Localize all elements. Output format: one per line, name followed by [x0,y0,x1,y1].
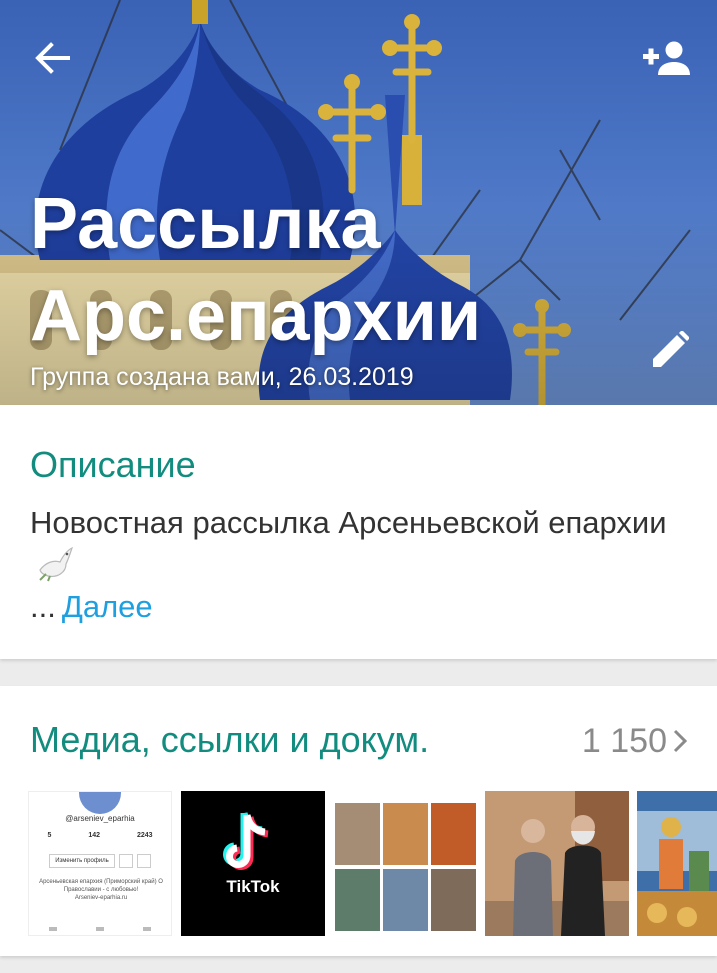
group-title-line2: Арс.епархии [30,276,482,356]
media-card: Медиа, ссылки и докум. 1 150 @arseniev_e… [0,686,717,956]
profile-avatar [79,792,121,814]
collage-photo-2 [383,803,428,865]
profile-footer [29,927,171,931]
description-ellipsis: ... [30,589,56,624]
pencil-icon [653,331,689,367]
group-created-info: Группа создана вами, 26.03.2019 [30,363,414,391]
profile-bio: Арсеньевская епархия (Приморский край) О… [33,878,169,902]
description-title: Описание [30,444,196,485]
tiktok-label: TikTok [226,877,280,896]
chevron-right-icon [673,729,687,753]
bookmark-icon [137,854,151,868]
description-card: Описание Новостная рассылка Арсеньевской… [0,405,717,659]
media-count-link[interactable]: 1 150 [582,720,687,762]
description-more-line: ... Далее [30,586,153,628]
media-count: 1 150 [581,722,667,760]
group-title-line1: Рассылка [30,184,381,264]
instagram-icon [119,854,133,868]
profile-stat-3: 2243 [136,832,153,839]
profile-stat-1: 5 [47,832,52,839]
profile-link: Arseniev-eparhia.ru [74,895,128,901]
clergy-photo [485,791,629,936]
collage-photo-3 [431,803,476,865]
arrow-back-icon [35,42,70,74]
media-thumbnails: @arseniev_eparhia 5 142 2243 Изменить пр… [28,791,717,936]
group-title: Рассылка Арс.епархии [30,178,630,362]
collage-photo-5 [383,869,428,931]
collage-photo-4 [335,869,380,931]
profile-edit-label: Изменить профиль [49,854,115,868]
icon-image [637,791,717,936]
group-header: Рассылка Арс.епархии Группа создана вами… [0,0,717,405]
media-thumb-collage[interactable] [333,791,477,936]
back-button[interactable] [22,30,82,86]
description-text-block: Новостная рассылка Арсеньевской епархии [30,502,680,589]
profile-stat-2: 142 [88,832,100,839]
collage-photo-1 [335,803,380,865]
media-title[interactable]: Медиа, ссылки и докум. [30,718,429,762]
profile-stats: 5 142 2243 [29,832,171,839]
media-thumb-photo[interactable] [485,791,629,936]
collage-photo-6 [431,869,476,931]
profile-handle: @arseniev_eparhia [65,814,135,823]
media-thumb-profile[interactable]: @arseniev_eparhia 5 142 2243 Изменить пр… [28,791,172,936]
person-add-icon [643,41,690,75]
media-thumb-tiktok[interactable]: TikTok [181,791,325,936]
edit-group-button[interactable] [640,320,700,380]
dove-icon [39,546,74,582]
add-participant-button[interactable] [632,30,702,86]
media-thumb-icon[interactable] [637,791,717,936]
profile-bio-text: Арсеньевская епархия (Приморский край) О… [39,879,163,893]
read-more-link[interactable]: Далее [62,589,153,624]
description-text: Новостная рассылка Арсеньевской епархии [30,505,667,540]
